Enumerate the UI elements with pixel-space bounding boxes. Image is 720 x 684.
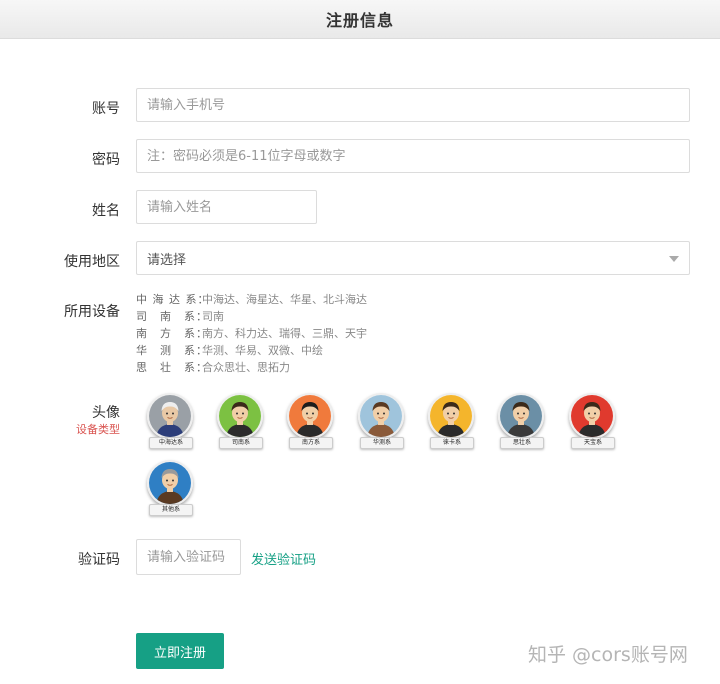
send-code-link[interactable]: 发送验证码: [251, 549, 316, 568]
avatar-option[interactable]: 中海达系: [143, 393, 197, 453]
avatar-face-icon: [428, 393, 474, 439]
avatar-option[interactable]: 华测系: [354, 393, 408, 453]
avatar-option[interactable]: 徕卡系: [424, 393, 478, 453]
avatar-face-icon: [569, 393, 615, 439]
device-row: 思 壮 系： 合众思壮、思拓力: [136, 361, 290, 374]
avatar-option[interactable]: 思壮系: [494, 393, 548, 453]
code-input[interactable]: [136, 539, 241, 575]
device-row: 华 测 系： 华测、华易、双微、中绘: [136, 344, 323, 357]
avatar-tag: 徕卡系: [430, 437, 474, 449]
watermark: 知乎 @cors账号网: [528, 644, 688, 666]
register-button[interactable]: 立即注册: [136, 633, 224, 669]
avatar-tag: 中海达系: [149, 437, 193, 449]
name-input[interactable]: [136, 190, 317, 224]
avatar-option[interactable]: 其他系: [143, 460, 197, 520]
account-label: 账号: [92, 101, 120, 117]
password-label: 密码: [92, 152, 120, 168]
avatar-face-icon: [358, 393, 404, 439]
avatar-option[interactable]: 南方系: [283, 393, 337, 453]
device-list: 中 海 达 系： 中海达、海星达、华星、北斗海达 司 南 系： 司南 南 方 系：南…: [136, 291, 367, 376]
region-select-value: 请选择: [147, 252, 187, 268]
avatar-tag: 其他系: [149, 504, 193, 516]
device-row: 司 南 系： 司南: [136, 310, 224, 323]
avatar-tag: 华测系: [360, 437, 404, 449]
avatar-label: 头像: [92, 405, 120, 421]
device-row: 南 方 系： 南方、科力达、瑞得、三鼎、天宇: [136, 327, 367, 340]
avatar-face-icon: [147, 393, 193, 439]
page-header: 注册信息: [0, 0, 720, 39]
avatar-face-icon: [147, 460, 193, 506]
avatar-sub-label: 设备类型: [76, 423, 120, 436]
password-input[interactable]: [136, 139, 690, 173]
avatar-face-icon: [287, 393, 333, 439]
page-title: 注册信息: [325, 11, 394, 30]
avatar-face-icon: [217, 393, 263, 439]
avatar-tag: 司南系: [219, 437, 263, 449]
region-label: 使用地区: [64, 254, 120, 270]
devices-label: 所用设备: [64, 304, 120, 320]
region-select[interactable]: 请选择: [136, 241, 690, 275]
avatar-option[interactable]: 天宝系: [565, 393, 619, 453]
device-row: 中 海 达 系： 中海达、海星达、华星、北斗海达: [136, 293, 367, 306]
name-label: 姓名: [92, 203, 120, 219]
avatar-face-icon: [498, 393, 544, 439]
account-input[interactable]: [136, 88, 690, 122]
chevron-down-icon: [669, 256, 679, 262]
avatar-tag: 思壮系: [500, 437, 544, 449]
avatar-option[interactable]: 司南系: [213, 393, 267, 453]
avatar-tag: 南方系: [289, 437, 333, 449]
code-label: 验证码: [78, 552, 120, 568]
avatar-tag: 天宝系: [571, 437, 615, 449]
